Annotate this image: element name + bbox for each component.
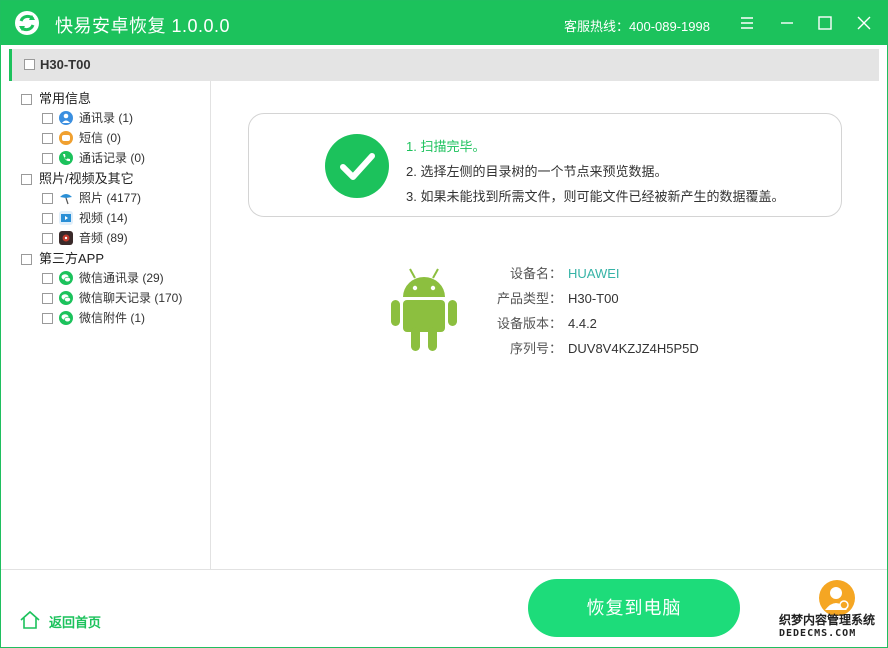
item-label: 短信 (0) <box>79 131 122 145</box>
wechat-icon <box>59 271 73 285</box>
maximize-icon[interactable] <box>815 13 835 33</box>
footer-bar: 返回首页 恢复到电脑 织梦内容管理系统 DEDECMS.COM <box>1 569 887 647</box>
watermark-line-1: 织梦内容管理系统 <box>779 613 876 627</box>
item-label: 微信通讯录 (29) <box>79 271 164 285</box>
item-checkbox[interactable] <box>42 193 53 204</box>
info-key: 产品类型： <box>496 291 562 306</box>
support-hotline: 客服热线：400-089-1998 <box>564 19 710 34</box>
wechat-icon <box>59 311 73 325</box>
info-value: DUV8V4KZJZ4H5P5D <box>568 341 699 356</box>
wechat-icon <box>59 291 73 305</box>
home-icon <box>20 610 40 629</box>
group-checkbox[interactable] <box>21 254 32 265</box>
watermark: 织梦内容管理系统 DEDECMS.COM <box>779 614 885 640</box>
item-label: 通讯录 (1) <box>79 111 134 125</box>
video-icon <box>59 211 73 225</box>
photo-icon <box>59 191 73 205</box>
device-header: H30-T00 <box>9 49 879 81</box>
item-checkbox[interactable] <box>42 153 53 164</box>
step-3: 3. 如果未能找到所需文件，则可能文件已经被新产生的数据覆盖。 <box>406 189 785 204</box>
back-home-label: 返回首页 <box>49 615 102 630</box>
info-key: 设备名： <box>509 266 562 281</box>
group-checkbox[interactable] <box>21 94 32 105</box>
contacts-icon <box>59 111 73 125</box>
sms-icon <box>59 131 73 145</box>
watermark-line-2: DEDECMS.COM <box>779 628 857 639</box>
recover-to-pc-button[interactable]: 恢复到电脑 <box>528 579 740 637</box>
info-value: 4.4.2 <box>568 316 597 331</box>
item-checkbox[interactable] <box>42 273 53 284</box>
item-label: 微信聊天记录 (170) <box>79 291 183 305</box>
main-panel: 1. 扫描完毕。 2. 选择左侧的目录树的一个节点来预览数据。 3. 如果未能找… <box>212 81 879 569</box>
minimize-icon[interactable] <box>777 13 797 33</box>
item-label: 音频 (89) <box>79 231 128 245</box>
item-label: 照片 (4177) <box>79 191 142 205</box>
item-checkbox[interactable] <box>42 133 53 144</box>
info-value: H30-T00 <box>568 291 619 306</box>
android-robot-icon <box>388 267 460 353</box>
info-key: 设备版本： <box>496 316 562 331</box>
scan-status-card: 1. 扫描完毕。 2. 选择左侧的目录树的一个节点来预览数据。 3. 如果未能找… <box>248 113 842 217</box>
info-value: HUAWEI <box>568 266 620 281</box>
item-label: 视频 (14) <box>79 211 128 225</box>
app-logo-icon <box>15 11 39 35</box>
app-window: 快易安卓恢复 1.0.0.0 客服热线：400-089-1998 H30-T00… <box>0 0 888 648</box>
phone-icon <box>59 151 73 165</box>
item-checkbox[interactable] <box>42 313 53 324</box>
app-title: 快易安卓恢复 1.0.0.0 <box>55 16 231 36</box>
category-tree: 常用信息 通讯录 (1) 短信 (0) 通话记录 (0) 照片/视频及其它 照片… <box>9 81 211 569</box>
device-name: H30-T00 <box>40 57 91 72</box>
menu-icon[interactable] <box>737 13 757 33</box>
item-label: 通话记录 (0) <box>79 151 146 165</box>
audio-icon <box>59 231 73 245</box>
item-checkbox[interactable] <box>42 293 53 304</box>
group-label: 照片/视频及其它 <box>39 171 134 186</box>
step-1: 1. 扫描完毕。 <box>406 139 486 154</box>
customer-service-icon[interactable] <box>819 580 855 616</box>
step-2: 2. 选择左侧的目录树的一个节点来预览数据。 <box>406 164 668 179</box>
checkmark-icon <box>325 134 389 198</box>
group-label: 常用信息 <box>39 91 92 106</box>
item-checkbox[interactable] <box>42 113 53 124</box>
info-key: 序列号： <box>509 341 562 356</box>
title-bar: 快易安卓恢复 1.0.0.0 客服热线：400-089-1998 <box>1 1 887 45</box>
item-label: 微信附件 (1) <box>79 311 146 325</box>
close-icon[interactable] <box>854 13 874 33</box>
group-label: 第三方APP <box>39 251 105 266</box>
device-checkbox[interactable] <box>24 59 35 70</box>
scan-steps: 1. 扫描完毕。 2. 选择左侧的目录树的一个节点来预览数据。 3. 如果未能找… <box>406 134 784 209</box>
group-checkbox[interactable] <box>21 174 32 185</box>
item-checkbox[interactable] <box>42 233 53 244</box>
item-checkbox[interactable] <box>42 213 53 224</box>
